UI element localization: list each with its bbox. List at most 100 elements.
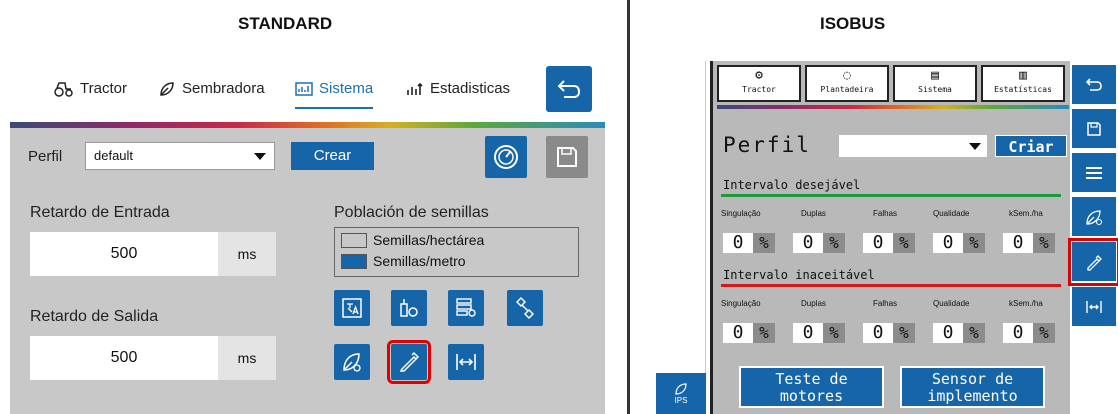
inaceitavel-duplas[interactable]: 0% xyxy=(793,323,853,343)
col-duplas: Duplas xyxy=(801,299,826,308)
iso-menu-button[interactable] xyxy=(1072,153,1116,193)
save-button[interactable] xyxy=(546,136,588,178)
system-panel: Perfil default Crear Retardo de Entrada … xyxy=(10,128,605,414)
col-ksem: kSem./ha xyxy=(1009,209,1043,218)
tab-sistema[interactable]: Sistema xyxy=(295,80,374,109)
col-ksem: kSem./ha xyxy=(1009,299,1043,308)
gauge-button[interactable] xyxy=(485,136,527,178)
percent: % xyxy=(753,233,775,253)
value: 0 xyxy=(863,233,893,253)
retardo-entrada-unit: ms xyxy=(218,232,276,276)
criar-button[interactable]: Criar xyxy=(995,135,1067,157)
save-icon xyxy=(1087,121,1101,136)
tab-tractor[interactable]: Tractor xyxy=(54,80,127,97)
percent: % xyxy=(753,323,775,343)
value: 0 xyxy=(723,323,753,343)
iso-tab-plantadeira[interactable]: ◌ Plantadeira xyxy=(805,65,889,102)
red-line xyxy=(721,284,1061,287)
tab-label: Sembradora xyxy=(182,80,265,97)
percent: % xyxy=(823,233,845,253)
modules-settings-icon xyxy=(456,298,476,317)
green-line xyxy=(721,194,1061,197)
retardo-salida-input[interactable]: 500 xyxy=(30,336,218,380)
desejavel-falhas[interactable]: 0% xyxy=(863,233,923,253)
width-button[interactable] xyxy=(448,344,484,380)
system-icon xyxy=(295,81,313,96)
iso-tab-label: Estatísticas xyxy=(994,85,1052,94)
retardo-entrada-input[interactable]: 500 xyxy=(30,232,218,276)
satellite-icon xyxy=(515,296,535,320)
desejavel-label: Intervalo desejável xyxy=(723,178,861,192)
iso-tab-label: Plantadeira xyxy=(820,85,874,94)
ips-button[interactable]: IPS xyxy=(656,373,706,414)
percent: % xyxy=(893,323,915,343)
iso-perfil-select[interactable] xyxy=(839,135,987,157)
col-falhas: Falhas xyxy=(873,299,898,308)
desejavel-singulacao[interactable]: 0% xyxy=(723,233,783,253)
percent: % xyxy=(1033,233,1055,253)
system-icon: ▤ xyxy=(931,68,939,83)
tools-button[interactable] xyxy=(391,290,427,326)
back-button[interactable] xyxy=(546,66,592,112)
value: 0 xyxy=(793,233,823,253)
value: 0 xyxy=(793,323,823,343)
standard-heading: STANDARD xyxy=(238,14,333,33)
desejavel-ksem[interactable]: 0% xyxy=(1003,233,1063,253)
retardo-salida-unit: ms xyxy=(218,336,276,380)
inaceitavel-qualidade[interactable]: 0% xyxy=(933,323,993,343)
option-metro[interactable]: Semillas/metro xyxy=(341,253,466,269)
option-hectarea[interactable]: Semillas/hectárea xyxy=(341,232,484,248)
seed-settings-icon xyxy=(343,353,361,372)
iso-perfil-label: Perfil xyxy=(723,133,811,157)
calibration-button[interactable] xyxy=(387,340,431,384)
ips-label: IPS xyxy=(674,396,688,405)
satellite-button[interactable] xyxy=(507,290,543,326)
pen-tool-icon xyxy=(1087,254,1102,271)
iso-seed-settings-button[interactable] xyxy=(1072,197,1116,237)
iso-width-button[interactable] xyxy=(1072,287,1116,327)
back-arrow-icon xyxy=(1085,77,1102,91)
perfil-select[interactable]: default xyxy=(85,142,275,170)
inaceitavel-label: Intervalo inaceitável xyxy=(723,268,875,282)
tab-sembradora[interactable]: Sembradora xyxy=(158,80,265,97)
gauge-icon xyxy=(494,145,518,169)
seed-settings-button[interactable] xyxy=(334,344,370,380)
col-qualidade: Qualidade xyxy=(933,209,970,218)
isobus-screen: IPS ⚙ Tractor ◌ Plantadeira ▤ Sistema ▥ … xyxy=(656,61,1118,414)
iso-tab-estatisticas[interactable]: ▥ Estatísticas xyxy=(981,65,1065,102)
percent: % xyxy=(963,233,985,253)
seed-icon xyxy=(675,383,687,395)
desejavel-duplas[interactable]: 0% xyxy=(793,233,853,253)
sensor-implemento-button[interactable]: Sensor de implemento xyxy=(900,366,1045,408)
iso-tab-label: Sistema xyxy=(918,85,952,94)
iso-save-button[interactable] xyxy=(1072,109,1116,149)
chevron-down-icon xyxy=(254,153,266,160)
value: 0 xyxy=(1003,233,1033,253)
iso-tab-sistema[interactable]: ▤ Sistema xyxy=(893,65,977,102)
tab-label: Estadisticas xyxy=(430,80,511,97)
inaceitavel-ksem[interactable]: 0% xyxy=(1003,323,1063,343)
teste-motores-button[interactable]: Teste de motores xyxy=(739,366,884,408)
col-singulacao: Singulação xyxy=(721,299,761,308)
crear-button[interactable]: Crear xyxy=(291,142,374,170)
iso-calibration-button[interactable] xyxy=(1068,238,1118,286)
retardo-entrada-label: Retardo de Entrada xyxy=(30,204,170,221)
tab-estadisticas[interactable]: Estadisticas xyxy=(406,80,510,97)
modules-button[interactable] xyxy=(448,290,484,326)
chevron-down-icon xyxy=(969,143,981,150)
option-label: Semillas/hectárea xyxy=(373,232,485,248)
inaceitavel-singulacao[interactable]: 0% xyxy=(723,323,783,343)
col-falhas: Falhas xyxy=(873,209,898,218)
language-button[interactable] xyxy=(334,290,370,326)
col-singulacao: Singulação xyxy=(721,209,761,218)
iso-tab-tractor[interactable]: ⚙ Tractor xyxy=(717,65,801,102)
inaceitavel-falhas[interactable]: 0% xyxy=(863,323,923,343)
perfil-value: default xyxy=(94,148,134,163)
seed-settings-icon xyxy=(1086,209,1103,225)
iso-back-button[interactable] xyxy=(1072,65,1116,105)
tab-bar: Tractor Sembradora Sistema Estadisticas xyxy=(10,56,605,122)
desejavel-qualidade[interactable]: 0% xyxy=(933,233,993,253)
col-qualidade: Qualidade xyxy=(933,299,970,308)
value: 0 xyxy=(933,233,963,253)
value: 0 xyxy=(1003,323,1033,343)
